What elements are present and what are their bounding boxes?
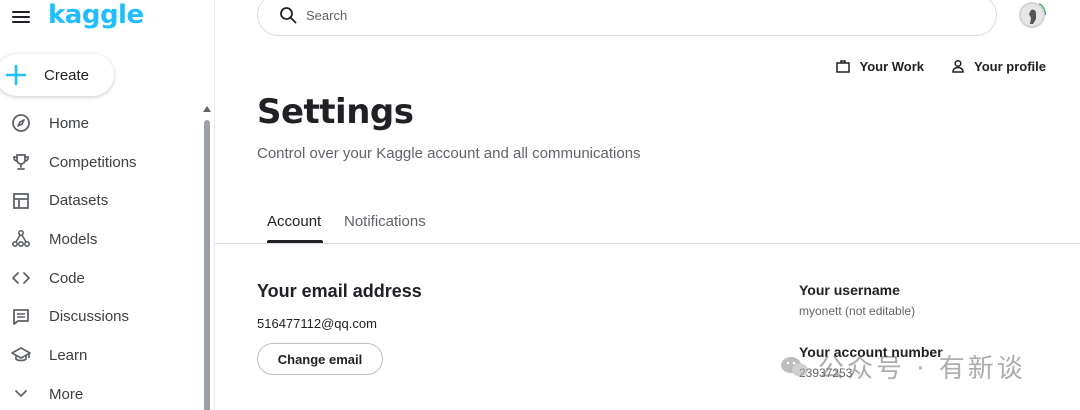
tab-account[interactable]: Account xyxy=(267,213,321,230)
settings-tabs: Account Notifications xyxy=(215,200,1080,244)
sidebar-item-code[interactable]: Code xyxy=(0,259,200,298)
header-links: Your Work Your profile xyxy=(809,58,1046,74)
briefcase-icon xyxy=(836,60,851,73)
your-work-label: Your Work xyxy=(859,58,925,74)
username-value: myonett (not editable) xyxy=(799,304,916,318)
change-email-button[interactable]: Change email xyxy=(257,343,383,375)
scrollbar-thumb[interactable] xyxy=(204,120,210,410)
person-icon xyxy=(952,59,964,73)
sidebar-item-label: More xyxy=(49,385,84,403)
wechat-watermark: 公众号 · 有新谈 xyxy=(780,348,1026,385)
scroll-up-arrow-icon[interactable] xyxy=(203,106,211,112)
page-title: Settings xyxy=(257,92,414,132)
create-button[interactable]: Create xyxy=(0,54,114,96)
comment-icon xyxy=(0,307,42,327)
search-input[interactable] xyxy=(306,7,906,23)
sidebar-item-models[interactable]: Models xyxy=(0,220,200,259)
sidebar-item-label: Code xyxy=(49,269,85,287)
sidebar-item-label: Competitions xyxy=(49,153,137,171)
sidebar-item-competitions[interactable]: Competitions xyxy=(0,143,200,182)
your-work-link[interactable]: Your Work xyxy=(835,58,924,74)
plus-icon xyxy=(0,64,36,86)
sidebar-item-label: Home xyxy=(49,114,90,132)
kaggle-logo[interactable]: kaggle xyxy=(48,0,144,30)
page-subtitle: Control over your Kaggle account and all… xyxy=(257,145,641,162)
menu-icon[interactable] xyxy=(12,8,30,24)
models-icon xyxy=(0,229,42,249)
email-section-title: Your email address xyxy=(257,281,422,301)
your-profile-label: Your profile xyxy=(974,58,1046,74)
sidebar-nav: Home Competitions Datasets Models Code D… xyxy=(0,104,200,410)
search-bar[interactable] xyxy=(257,0,997,36)
code-icon xyxy=(0,268,42,288)
search-icon xyxy=(278,5,298,25)
tab-notifications[interactable]: Notifications xyxy=(344,213,426,230)
sidebar-item-label: Models xyxy=(49,230,98,248)
sidebar: kaggle Create Home Competitions Datasets xyxy=(0,0,215,410)
sidebar-item-home[interactable]: Home xyxy=(0,104,200,143)
active-tab-indicator xyxy=(267,240,323,243)
sidebar-item-label: Learn xyxy=(49,346,88,364)
sidebar-item-datasets[interactable]: Datasets xyxy=(0,181,200,220)
create-label: Create xyxy=(44,66,90,84)
trophy-icon xyxy=(0,152,42,172)
your-profile-link[interactable]: Your profile xyxy=(950,58,1046,74)
sidebar-item-discussions[interactable]: Discussions xyxy=(0,297,200,336)
avatar[interactable] xyxy=(1019,2,1045,28)
compass-icon xyxy=(0,113,42,133)
wechat-icon xyxy=(781,356,808,376)
table-icon xyxy=(0,191,42,211)
watermark-text: 公众号 · 有新谈 xyxy=(818,354,1026,384)
sidebar-item-more[interactable]: More xyxy=(0,375,200,410)
sidebar-item-label: Discussions xyxy=(49,308,130,326)
school-icon xyxy=(0,345,42,365)
chevron-down-icon xyxy=(0,384,42,404)
sidebar-item-label: Datasets xyxy=(49,192,109,210)
username-label: Your username xyxy=(799,282,900,298)
sidebar-item-learn[interactable]: Learn xyxy=(0,336,200,375)
email-value: 516477112@qq.com xyxy=(257,316,377,331)
sidebar-scrollbar[interactable] xyxy=(202,104,212,410)
